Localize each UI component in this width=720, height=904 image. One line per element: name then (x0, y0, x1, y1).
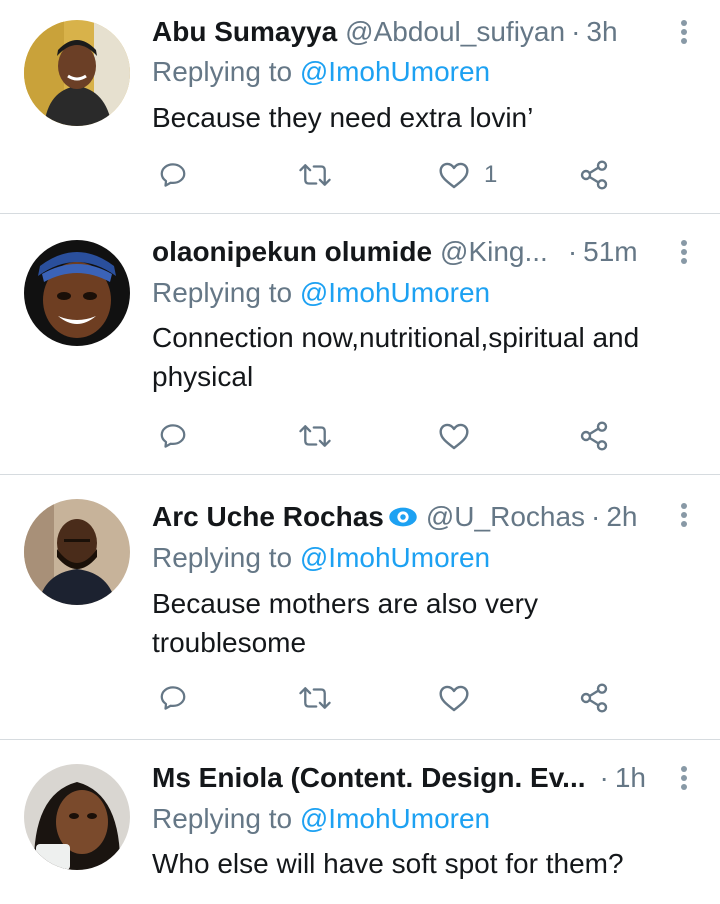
tweet-text: Because mothers are also very troublesom… (152, 588, 538, 658)
replying-to: Replying to @ImohUmoren (152, 538, 490, 578)
retweet-icon (299, 687, 331, 709)
retweet-button[interactable] (298, 678, 332, 718)
timestamp[interactable]: 3h (586, 12, 617, 52)
like-button[interactable] (438, 416, 470, 456)
share-icon (580, 160, 608, 190)
replying-to: Replying to @ImohUmoren (152, 799, 490, 839)
reply-button[interactable] (158, 678, 188, 718)
reply-mention-link[interactable]: @ImohUmoren (300, 277, 490, 308)
tweet-text: Connection now,nutritional,spiritual and… (152, 322, 640, 392)
reply-mention-link[interactable]: @ImohUmoren (300, 542, 490, 573)
replying-prefix: Replying to (152, 542, 293, 573)
avatar[interactable] (24, 20, 130, 126)
reply-icon (160, 686, 186, 710)
replying-prefix: Replying to (152, 277, 293, 308)
separator: · (591, 501, 601, 532)
reply-icon (160, 163, 186, 187)
replying-to: Replying to @ImohUmoren (152, 273, 490, 313)
display-name[interactable]: olaonipekun olumide (152, 232, 432, 272)
user-handle[interactable]: @Abdoul_sufiyan (345, 12, 565, 52)
separator: · (571, 16, 581, 47)
heart-icon (439, 685, 469, 712)
reply-icon (160, 424, 186, 448)
like-button[interactable]: 1 (438, 155, 497, 195)
action-bar (152, 416, 622, 456)
tweet-2[interactable]: olaonipekun olumide @King... · 51m Reply… (0, 214, 720, 475)
replying-to: Replying to @ImohUmoren (152, 52, 490, 92)
separator: · (599, 762, 609, 793)
share-icon (580, 683, 608, 713)
share-button[interactable] (578, 155, 610, 195)
avatar[interactable] (24, 764, 130, 870)
more-vertical-icon[interactable] (678, 240, 690, 268)
tweet-text: Because they need extra lovin’ (152, 102, 534, 133)
display-name[interactable]: Arc Uche Rochas (152, 497, 384, 537)
timestamp[interactable]: 51m (583, 232, 637, 272)
retweet-button[interactable] (298, 416, 332, 456)
more-vertical-icon[interactable] (678, 503, 690, 531)
like-count: 1 (484, 161, 498, 188)
tweet-3[interactable]: Arc Uche Rochas @U_Rochas · 2h Replying … (0, 475, 720, 740)
heart-icon (439, 423, 469, 450)
share-icon (580, 421, 608, 451)
user-handle[interactable]: @King... (440, 232, 548, 272)
heart-icon (439, 162, 469, 189)
tweet-4[interactable]: Ms Eniola (Content. Design. Ev... · 1h R… (0, 740, 720, 904)
display-name[interactable]: Ms Eniola (Content. Design. Ev... (152, 758, 586, 798)
share-button[interactable] (578, 678, 610, 718)
tweet-text: Who else will have soft spot for them? (152, 848, 624, 879)
avatar[interactable] (24, 499, 130, 605)
tweet-1[interactable]: Abu Sumayya @Abdoul_sufiyan · 3h Replyin… (0, 0, 720, 214)
share-button[interactable] (578, 416, 610, 456)
replying-prefix: Replying to (152, 803, 293, 834)
separator: · (567, 236, 578, 267)
action-bar: 1 (152, 155, 622, 195)
timestamp[interactable]: 1h (615, 758, 646, 798)
reply-button[interactable] (158, 416, 188, 456)
replying-prefix: Replying to (152, 56, 293, 87)
more-vertical-icon[interactable] (678, 766, 690, 794)
avatar[interactable] (24, 240, 130, 346)
timestamp[interactable]: 2h (606, 497, 637, 537)
like-button[interactable] (438, 678, 470, 718)
verified-badge-icon (389, 507, 417, 527)
retweet-icon (299, 425, 331, 447)
user-handle[interactable]: @U_Rochas (426, 497, 585, 537)
retweet-button[interactable] (298, 155, 332, 195)
reply-button[interactable] (158, 155, 188, 195)
display-name[interactable]: Abu Sumayya (152, 12, 337, 52)
reply-mention-link[interactable]: @ImohUmoren (300, 56, 490, 87)
retweet-icon (299, 164, 331, 186)
more-vertical-icon[interactable] (678, 20, 690, 48)
action-bar (152, 678, 622, 718)
reply-mention-link[interactable]: @ImohUmoren (300, 803, 490, 834)
